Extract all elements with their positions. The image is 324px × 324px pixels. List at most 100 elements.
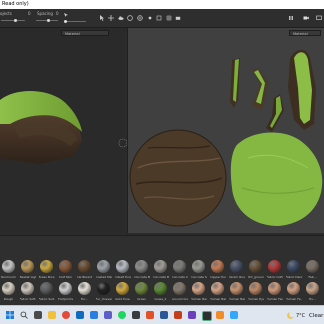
material-name: Hu... [308,297,317,301]
move-icon[interactable] [108,15,114,21]
file-explorer-icon[interactable] [48,311,56,319]
grid-icon[interactable] [166,15,172,21]
search-icon[interactable] [20,311,28,319]
material-ball[interactable] [268,260,281,273]
photoshop-icon[interactable] [230,311,238,319]
material-ball[interactable] [287,282,300,295]
camera-record-icon[interactable] [303,15,309,21]
material-ball[interactable] [116,260,129,273]
material-ball[interactable] [230,260,243,273]
material-name: Calf Skin [58,275,73,279]
office-icon[interactable] [146,311,154,319]
camera-icon[interactable] [175,15,181,21]
material-ball[interactable] [97,282,110,295]
sphere-icon[interactable] [127,15,133,21]
layers-icon[interactable] [156,15,162,21]
material-ball[interactable] [59,260,72,273]
material-name: dirt_ground [247,275,264,279]
pause-icon[interactable] [288,15,294,21]
material-name: Human Bell... [209,297,226,301]
globe-icon[interactable] [137,15,143,21]
material-ball[interactable] [2,282,15,295]
objects-slider[interactable] [1,20,25,21]
objects-label: ojects [0,11,12,16]
material-name: Denim Rivet [228,275,245,279]
material-name: Fur_Uneven... [95,297,112,301]
material-ball[interactable] [21,260,34,273]
material-name: Copper Pure [209,275,226,279]
material-ball[interactable] [97,260,110,273]
material-ball[interactable] [211,282,224,295]
chrome-icon[interactable] [62,311,70,319]
material-name: Basket Light... [19,275,36,279]
spacing-slider-handle[interactable] [47,19,50,22]
material-ball[interactable] [230,282,243,295]
visual-studio-icon[interactable] [188,311,196,319]
weather-temperature[interactable]: 7°C [296,313,305,319]
material-name: Footprints [57,297,74,301]
material-ball[interactable] [287,260,300,273]
material-name: Aluminum Bl... [0,275,17,279]
cursor-icon[interactable] [99,15,105,21]
material-ball[interactable] [192,260,205,273]
substance-app-icon[interactable] [202,311,212,321]
material-name: Concrete Bl... [152,275,169,279]
material-name: Fabric Cotton [266,275,283,279]
weather-condition[interactable]: Clear [309,313,323,319]
material-name: Fabric Suit... [38,297,55,301]
material-ball[interactable] [78,260,91,273]
material-ball[interactable] [306,260,319,273]
material-ball[interactable] [135,282,148,295]
windows-start-icon[interactable] [6,311,14,319]
material-ball[interactable] [59,282,72,295]
objects-slider-handle[interactable] [14,19,17,22]
material-ball[interactable] [116,282,129,295]
spacing-value[interactable]: 0 [56,11,59,16]
task-view-icon[interactable] [34,311,42,319]
brush-size-handle[interactable] [64,20,67,23]
material-ball[interactable] [154,260,167,273]
material-ball[interactable] [21,282,34,295]
blender-icon[interactable] [216,311,224,319]
brush-size-slider[interactable] [66,21,86,22]
windows-taskbar: 7°C Clear [0,305,324,324]
objects-value[interactable]: 0 [28,11,31,16]
material-ball[interactable] [135,260,148,273]
material-name: Brass Pure [38,275,55,279]
light-icon[interactable] [147,15,153,21]
material-ball[interactable] [154,282,167,295]
material-name: Coated Metal [95,275,112,279]
material-ball[interactable] [268,282,281,295]
material-ball[interactable] [211,260,224,273]
material-ball[interactable] [2,260,15,273]
material-ball[interactable] [249,260,262,273]
material-ball[interactable] [192,282,205,295]
display-icon[interactable] [316,15,322,21]
select-tool-icon[interactable] [63,12,69,18]
material-ball[interactable] [249,282,262,295]
word-icon[interactable] [160,311,168,319]
uv-texture-islands [129,49,323,227]
material-ball[interactable] [78,282,91,295]
material-name: Ground Gravel [171,297,188,301]
powerpoint-icon[interactable] [174,311,182,319]
mail-icon[interactable] [90,311,98,319]
material-name: Human Eye... [247,297,264,301]
material-ball[interactable] [40,260,53,273]
cloud-icon[interactable] [118,15,124,21]
viewport-2d-uv[interactable]: Material [127,28,324,233]
material-name: Cobalt Pure [114,275,131,279]
material-library-panel: Aluminum Bl...Basket Light...Brass PureC… [0,235,324,306]
edge-icon[interactable] [76,311,84,319]
material-ball[interactable] [173,282,186,295]
app-icon[interactable] [132,311,140,319]
material-name: Fab... [308,275,317,279]
material-ball[interactable] [306,282,319,295]
material-ball[interactable] [40,282,53,295]
spotify-icon[interactable] [118,311,126,319]
weather-moon-icon[interactable] [286,311,295,320]
viewport-3d[interactable]: Material [0,28,125,249]
teams-icon[interactable] [104,311,112,319]
material-name: Fabric Soft... [19,297,36,301]
material-ball[interactable] [173,260,186,273]
